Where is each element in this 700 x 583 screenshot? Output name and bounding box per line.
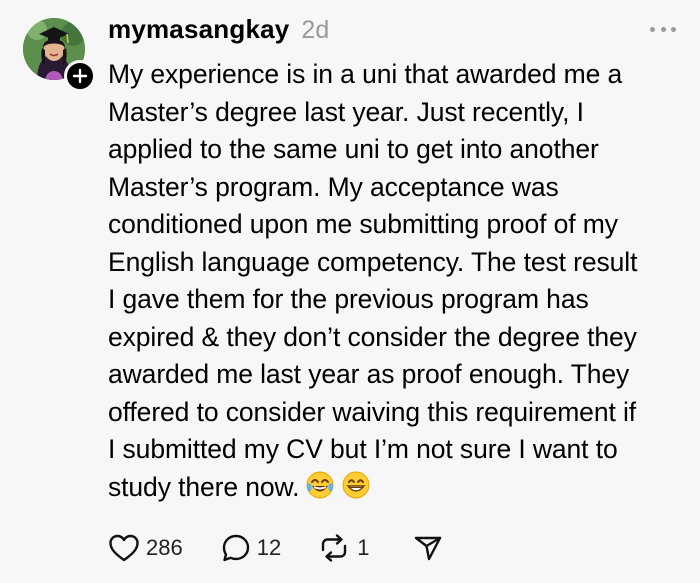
- post-text-line: awarded me last year as proof enough. Th…: [108, 359, 630, 389]
- share-button[interactable]: [413, 533, 443, 563]
- speech-bubble-icon: [222, 534, 249, 562]
- reply-button[interactable]: 12: [221, 533, 281, 563]
- thread-post: mymasangkay 2d My experience is in a uni…: [0, 0, 700, 583]
- post-header: mymasangkay 2d: [108, 14, 329, 48]
- post-text-line: offered to consider waiving this require…: [108, 396, 637, 427]
- like-count: 286: [146, 535, 183, 560]
- post-text-line: Master’s degree last year. Just recently…: [108, 96, 584, 127]
- repost-count: 1: [357, 535, 370, 560]
- plus-icon: [72, 68, 88, 84]
- face-with-tears-of-joy-icon: [305, 470, 335, 511]
- username[interactable]: mymasangkay: [108, 14, 289, 45]
- post-text-line-last: study there now.: [108, 469, 688, 511]
- post-text-line: Master’s program. My acceptance was: [108, 171, 559, 202]
- more-dots-icon: [671, 26, 676, 32]
- post-text-line: conditioned upon me submitting proof of …: [108, 209, 618, 239]
- post-text-line: I submitted my CV but I’m not sure I wan…: [108, 434, 618, 464]
- more-options-button[interactable]: [650, 22, 676, 36]
- avatar-container[interactable]: [23, 18, 96, 92]
- post-text-line: applied to the same uni to get into anot…: [108, 134, 599, 164]
- post-body: My experience is in a uni that awarded m…: [108, 56, 688, 510]
- action-bar: 286 12 1: [108, 530, 443, 566]
- reply-count: 12: [256, 535, 282, 560]
- timestamp[interactable]: 2d: [301, 16, 329, 45]
- send-icon: [415, 536, 442, 561]
- heart-icon: [109, 534, 139, 562]
- like-button[interactable]: 286: [108, 533, 183, 563]
- post-text-line: I gave them for the previous program has: [108, 284, 589, 314]
- repost-button[interactable]: 1: [317, 533, 369, 563]
- repost-icon: [322, 534, 347, 562]
- grinning-face-icon: [341, 470, 371, 511]
- post-text-line: expired & they don’t consider the degree…: [108, 321, 637, 352]
- more-dots-icon: [660, 26, 666, 32]
- post-text: study there now.: [108, 471, 300, 502]
- more-dots-icon: [650, 26, 655, 32]
- post-text-line: English language competency. The test re…: [108, 246, 638, 277]
- follow-button[interactable]: [64, 60, 96, 92]
- post-text-line: My experience is in a uni that awarded m…: [108, 59, 623, 89]
